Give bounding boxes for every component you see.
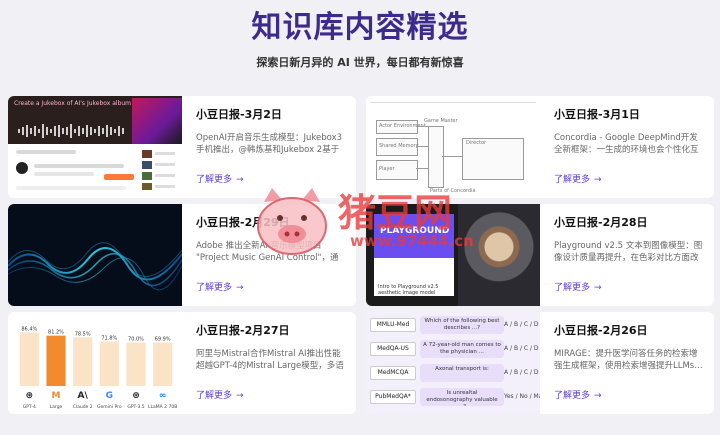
card-title: 小豆日报-2月26日 [554,324,648,337]
bar-value-label: 86.4% [21,326,37,332]
playground-caption: Intro to Playground v2.5 aesthetic image… [378,284,439,296]
mistral-logo-icon: M [52,391,61,401]
learn-more-link[interactable]: 了解更多 → [196,172,346,185]
arrow-right-icon: → [594,175,602,185]
dataset-answer: A / B / C / D [504,369,539,376]
card-title: 小豆日报-3月2日 [196,108,282,121]
learn-more-link[interactable]: 了解更多 → [196,388,346,401]
card-thumbnail: Create a Jukebox of AI's Jukebox album [8,96,182,198]
bar-gemini-pro [99,341,119,386]
bar-value-label: 71.8% [101,335,117,341]
meta-logo-icon: ∞ [159,391,167,401]
diagram-caption: Parts of Concordia [430,188,476,194]
card-title: 小豆日报-3月1日 [554,108,640,121]
bar-claude-2 [73,337,93,386]
category-label: Large [50,404,63,410]
dataset-question: Axonal transport is: [420,364,504,382]
openai-logo-icon: ⊛ [26,391,34,401]
page-subtitle: 探索日新月异的 AI 世界，每日都有新惊喜 [256,56,464,69]
dataset-answer: A / B / C / D [504,321,539,328]
dataset-label: MedMCQA [370,366,416,380]
dataset-label: MMLU-Med [370,318,416,332]
thumbnail-button [104,174,134,180]
bar-value-label: 70.0% [128,337,144,343]
card-title: 小豆日报-2月28日 [554,216,648,229]
card-0302[interactable]: Create a Jukebox of AI's Jukebox album 小… [8,96,356,198]
openai-logo-icon: ⊛ [132,391,140,401]
diagram-label: Game Master [424,118,458,124]
playground-label: PLAYGROUND [380,226,450,236]
dataset-question: A 72-year-old man comes to the physician… [420,340,504,358]
card-0226[interactable]: MMLU-Med Which of the following best des… [366,312,714,414]
card-description: Adobe 推出全新AI 音乐模型项目 "Project Music GenAI… [196,241,339,263]
card-0227[interactable]: 86.4% ⊛ GPT-4 81.2% M Large 78.5% A\ Claude 2 71.… [8,312,356,414]
arrow-right-icon: → [236,283,244,293]
bar-gpt-3-5 [126,342,146,386]
category-label: GPT-4 [23,404,36,410]
bar-value-label: 78.5% [75,331,91,337]
card-title: 小豆日报-2月29日 [196,216,290,229]
card-description: Concordia - Google DeepMind开发全新框架：一生成的环境… [554,133,699,155]
arrow-right-icon: → [236,175,244,185]
card-description: Playground v2.5 文本到图像模型：图像设计质量再提升，在色彩对比方… [554,241,703,263]
dataset-answer: A / B / C / D [504,345,539,352]
diagram-label: Player [379,166,395,172]
card-title: 小豆日报-2月27日 [196,324,290,337]
card-thumbnail: MMLU-Med Which of the following best des… [366,312,540,414]
arrow-right-icon: → [236,391,244,401]
page-title: 知识库内容精选 [251,10,469,45]
openai-logo-icon [16,162,28,174]
card-thumbnail: Actor Environment Game Master Shared Mem… [366,96,540,198]
dataset-question: Is unrealtal endosonography valuable ...… [420,388,504,406]
learn-more-link[interactable]: 了解更多 → [196,280,346,293]
thumbnail-caption: Create a Jukebox of AI's Jukebox album [14,100,132,107]
album-list-icon [142,150,175,190]
dataset-label: MedQA-US [370,342,416,356]
learn-more-link[interactable]: 了解更多 → [554,172,704,185]
dataset-question: Which of the following best describes ..… [420,316,504,334]
google-logo-icon: G [106,391,113,401]
card-thumbnail: PLAYGROUND Intro to Playground v2.5 aest… [366,204,540,306]
bar-value-label: 81.2% [48,330,64,336]
sound-wave-icon [8,242,182,291]
bar-large [46,335,66,386]
card-description: 阿里与Mistral合作Mistral AI推出性能超越GPT-4的Mistra… [196,349,344,371]
diagram-label: Shared Memory [379,143,419,149]
dataset-answer: Yes / No / Maybe [504,393,540,400]
bar-value-label: 69.9% [155,337,171,343]
category-label: GPT-3.5 [127,404,144,410]
dataset-label: PubMedQA* [370,390,416,404]
card-description: MIRAGE：提升医学问答任务的检索增强生成框架，使用检索增强提升LLMs… [554,349,703,371]
card-description: OpenAI开启音乐生成模型：Jukebox3手机推出，@韩炼基和Jukebox… [196,133,343,155]
bar-llama-2-70b [153,342,173,386]
bar-gpt-4 [19,332,39,386]
diagram-label: Director [466,140,487,146]
audio-waveform-icon [18,124,124,138]
card-0301[interactable]: Actor Environment Game Master Shared Mem… [366,96,714,198]
category-label: LLaMA 2 70B [148,404,177,410]
guitar-image [132,98,182,144]
category-label: Gemini Pro [97,404,122,410]
benchmark-bar-chart: 86.4% ⊛ GPT-4 81.2% M Large 78.5% A\ Claude 2 71.… [19,326,177,410]
card-0228[interactable]: PLAYGROUND Intro to Playground v2.5 aest… [366,204,714,306]
anthropic-logo-icon: A\ [78,391,89,401]
arrow-right-icon: → [594,391,602,401]
card-thumbnail [8,204,182,306]
card-0229[interactable]: 小豆日报-2月29日 Adobe 推出全新AI 音乐模型项目 "Project … [8,204,356,306]
card-thumbnail: 86.4% ⊛ GPT-4 81.2% M Large 78.5% A\ Claude 2 71.… [8,312,182,414]
astronaut-image [458,204,540,306]
learn-more-link[interactable]: 了解更多 → [554,388,704,401]
category-label: Claude 2 [73,404,93,410]
learn-more-link[interactable]: 了解更多 → [554,280,704,293]
arrow-right-icon: → [594,283,602,293]
